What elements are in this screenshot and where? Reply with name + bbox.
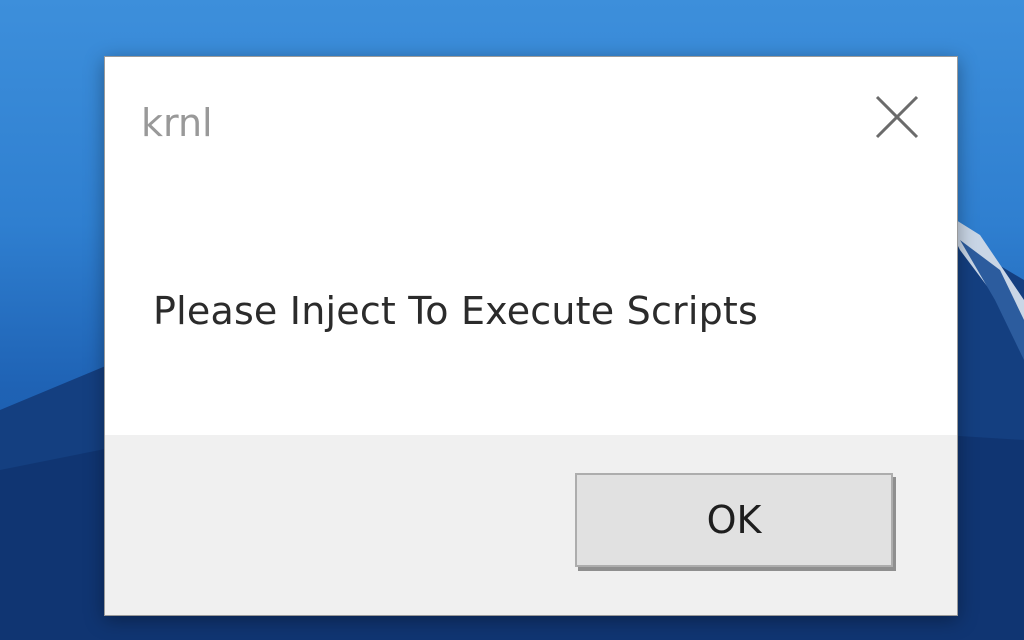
dialog-title: krnl	[141, 101, 213, 145]
dialog-message: Please Inject To Execute Scripts	[153, 289, 759, 333]
ok-button[interactable]: OK	[575, 473, 893, 567]
dialog-titlebar: krnl	[105, 57, 957, 187]
close-icon	[875, 95, 919, 139]
message-dialog: krnl Please Inject To Execute Scripts OK	[104, 56, 958, 616]
dialog-footer: OK	[105, 435, 957, 615]
close-button[interactable]	[867, 87, 927, 147]
